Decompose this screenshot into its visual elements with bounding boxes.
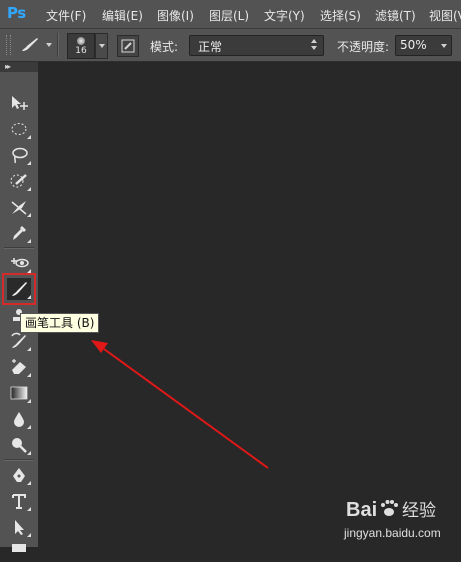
baidu-paw-logo: Bai 经验 jingyan.baidu.com bbox=[343, 499, 441, 540]
watermark-suffix: 经验 bbox=[402, 501, 436, 521]
watermark-url: jingyan.baidu.com bbox=[343, 526, 441, 540]
annotation-arrow bbox=[91, 340, 269, 469]
watermark-brand: Bai bbox=[346, 499, 377, 521]
baidu-jingyan-watermark: Bai 经验 jingyan.baidu.com bbox=[340, 492, 458, 544]
